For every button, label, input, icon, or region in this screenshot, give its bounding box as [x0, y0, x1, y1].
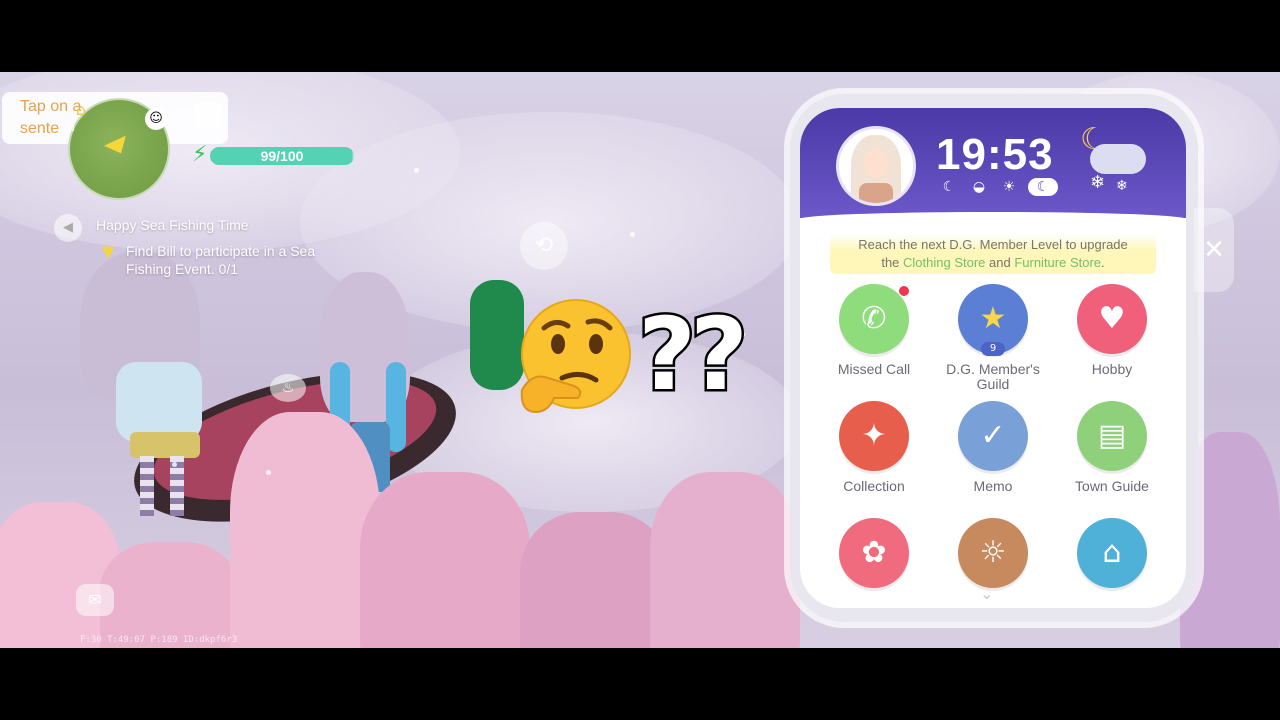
coral-plant	[650, 472, 800, 648]
app-label: Town Guide	[1075, 478, 1149, 494]
notice-line1: Reach the next D.G. Member Level to upgr…	[858, 237, 1128, 252]
app-member-guild[interactable]: ★ 9 D.G. Member's Guild	[933, 284, 1053, 392]
thinking-face-icon	[520, 299, 631, 414]
energy-text: 99/100	[260, 148, 304, 164]
clipboard-icon: ✓	[958, 401, 1028, 471]
sunrise-icon: ◒	[972, 179, 986, 195]
app-pets[interactable]: ✿	[814, 518, 934, 588]
avatar-marker-icon: ☺	[145, 108, 167, 130]
map-icon: ▤	[1077, 401, 1147, 471]
notice-text: the	[881, 255, 904, 270]
coral-plant	[520, 512, 670, 648]
close-icon[interactable]: ✕	[1200, 236, 1228, 264]
app-label: Hobby	[1091, 361, 1133, 377]
level-badge: 9	[981, 342, 1005, 356]
app-town-guide[interactable]: ▤ Town Guide	[1052, 401, 1172, 494]
phone-call-icon: ✆	[839, 284, 909, 354]
notification-dot	[899, 286, 909, 296]
app-label: Collection	[843, 478, 905, 494]
app-collection[interactable]: ✦ Collection	[814, 401, 934, 494]
weather-snow-night-icon: ☾ ❄ ❄	[1076, 122, 1152, 202]
profile-avatar[interactable]	[836, 126, 916, 206]
blueprint-icon: ⌂	[1077, 518, 1147, 588]
notice-text: .	[1101, 255, 1105, 270]
quest-description[interactable]: Find Bill to participate in a Sea Fishin…	[126, 242, 356, 278]
clothing-store-link[interactable]: Clothing Store	[903, 255, 985, 270]
upgrade-notice: Reach the next D.G. Member Level to upgr…	[830, 234, 1156, 274]
inventory-box-icon[interactable]	[194, 102, 222, 130]
paw-icon: ✿	[839, 518, 909, 588]
energy-meter: ⚡ 99/100	[192, 142, 356, 168]
clock-time: 19:53	[936, 130, 1054, 179]
phone-menu: 19:53 ☾ ◒ ☀ ☾ ☾ ❄ ❄ Reach the next D.G. …	[800, 108, 1186, 608]
app-memo[interactable]: ✓ Memo	[933, 401, 1053, 494]
quest-collapse-button[interactable]: ◀	[54, 214, 82, 242]
app-hobby[interactable]: ♥ Hobby	[1052, 284, 1172, 377]
app-missed-call[interactable]: ✆ Missed Call	[814, 284, 934, 377]
coral-plant	[100, 542, 240, 648]
app-label: Missed Call	[837, 361, 911, 377]
heart-icon: ♥	[1077, 284, 1147, 354]
question-marks: ??	[635, 296, 750, 413]
book-icon: ✦	[839, 401, 909, 471]
letterbox-bottom	[0, 648, 1280, 720]
app-label: D.G. Member's Guild	[946, 361, 1040, 392]
notice-text: and	[985, 255, 1015, 270]
phone-header: 19:53 ☾ ◒ ☀ ☾ ☾ ❄ ❄	[800, 108, 1186, 226]
rotate-camera-button[interactable]: ⟲	[520, 222, 568, 270]
lightbulb-icon: ☼	[958, 518, 1028, 588]
cooking-pot-icon[interactable]: ♨	[270, 374, 306, 402]
moon-icon: ☾	[1028, 178, 1058, 196]
quest-marker-icon: ▼	[102, 242, 115, 261]
debug-info: F:30 T:49:07 P:189 ID:dkpf6r3	[80, 635, 238, 645]
coral-plant	[360, 472, 530, 648]
quest-title[interactable]: Happy Sea Fishing Time	[96, 217, 249, 233]
lightning-icon: ⚡	[192, 142, 208, 167]
home-icon: ⌂	[76, 100, 87, 119]
app-label: Memo	[973, 478, 1013, 494]
night-moon-icon: ☾	[942, 179, 956, 195]
day-phase-indicator: ☾ ◒ ☀ ☾	[938, 178, 1058, 196]
compass-label: N	[68, 124, 75, 134]
letterbox-top	[0, 0, 1280, 72]
chat-button[interactable]: ✉	[76, 584, 114, 616]
sun-icon: ☀	[1002, 179, 1016, 195]
star-badge-icon: ★ 9	[958, 284, 1028, 356]
app-blueprint[interactable]: ⌂	[1052, 518, 1172, 588]
coral-plant	[230, 412, 380, 648]
player-character-left[interactable]	[70, 252, 250, 516]
app-ideas[interactable]: ☼	[933, 518, 1053, 588]
furniture-store-link[interactable]: Furniture Store	[1014, 255, 1101, 270]
chevron-down-icon[interactable]: ⌄	[980, 584, 993, 603]
